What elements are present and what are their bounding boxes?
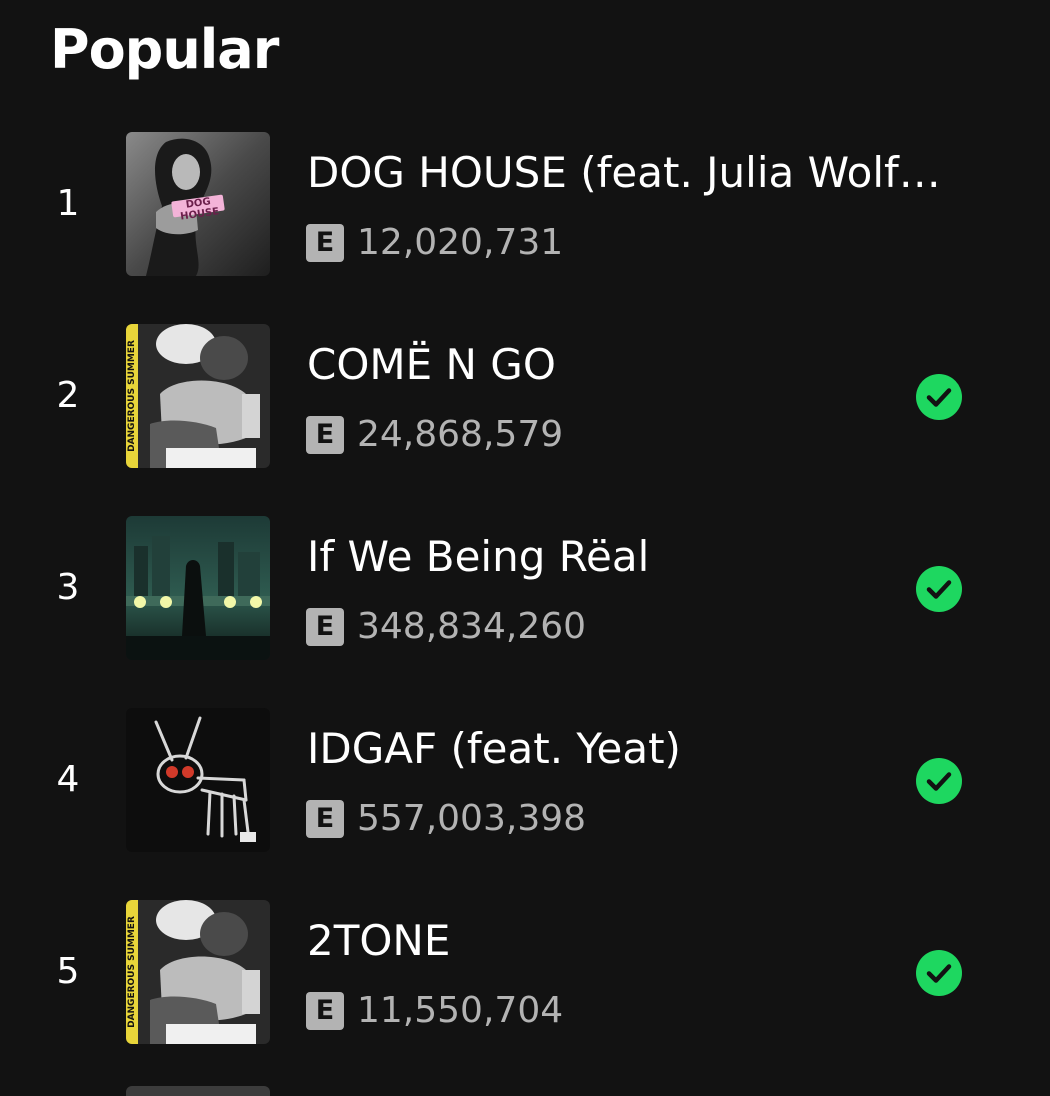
track-meta: E 12,020,731 [306, 224, 563, 262]
track-row-5[interactable]: 5 DANGEROUS SUMMER 2TONE E 11,550,704 [0, 900, 1050, 1044]
dangerous-summer-cover-image: DANGEROUS SUMMER [126, 900, 270, 1044]
night-city-cover-image [126, 516, 270, 660]
track-meta: E 348,834,260 [306, 608, 586, 646]
track-rank: 4 [56, 759, 80, 800]
cover-side-text: DANGEROUS SUMMER [127, 340, 137, 452]
saved-check-icon[interactable] [916, 374, 962, 420]
track-row-2[interactable]: 2 DANGEROUS SUMMER COMË N GO E 24,868,57… [0, 324, 1050, 468]
explicit-badge: E [306, 416, 344, 454]
track-rank: 2 [56, 375, 80, 416]
play-count: 348,834,260 [357, 606, 587, 647]
dog-house-cover-image: DOG HOUSE [126, 132, 270, 276]
dangerous-summer-cover-image: DANGEROUS SUMMER [126, 324, 270, 468]
play-count: 11,550,704 [357, 990, 564, 1031]
track-meta: E 24,868,579 [306, 416, 563, 454]
track-title[interactable]: If We Being Rëal [307, 532, 967, 582]
track-row-4[interactable]: 4 IDGAF (feat. Yeat) E 557,003,398 [0, 708, 1050, 852]
track-rank: 5 [56, 951, 80, 992]
track-meta: E 11,550,704 [306, 992, 563, 1030]
play-count: 557,003,398 [357, 798, 587, 839]
track-rank: 1 [56, 183, 80, 224]
cover-side-text: DANGEROUS SUMMER [127, 916, 137, 1028]
track-title[interactable]: COMË N GO [307, 340, 967, 390]
explicit-badge: E [306, 800, 344, 838]
track-meta: E 557,003,398 [306, 800, 586, 838]
saved-check-icon[interactable] [916, 758, 962, 804]
saved-check-icon[interactable] [916, 950, 962, 996]
explicit-badge: E [306, 224, 344, 262]
saved-check-icon[interactable] [916, 566, 962, 612]
next-track-cover-peek [126, 1086, 270, 1096]
track-row-1[interactable]: 1 DOG HOUSE DOG HOUSE (feat. Julia Wolf… [0, 132, 1050, 276]
drawn-dog-cover-image [126, 708, 270, 852]
track-title[interactable]: IDGAF (feat. Yeat) [307, 724, 967, 774]
explicit-badge: E [306, 608, 344, 646]
play-count: 12,020,731 [357, 222, 564, 263]
track-row-3[interactable]: 3 If We Being Rëal E 348,834,260 [0, 516, 1050, 660]
track-rank: 3 [56, 567, 80, 608]
popular-track-list: 1 DOG HOUSE DOG HOUSE (feat. Julia Wolf… [0, 0, 1050, 1096]
track-title[interactable]: 2TONE [307, 916, 967, 966]
track-title[interactable]: DOG HOUSE (feat. Julia Wolf… [307, 148, 967, 198]
play-count: 24,868,579 [357, 414, 564, 455]
explicit-badge: E [306, 992, 344, 1030]
